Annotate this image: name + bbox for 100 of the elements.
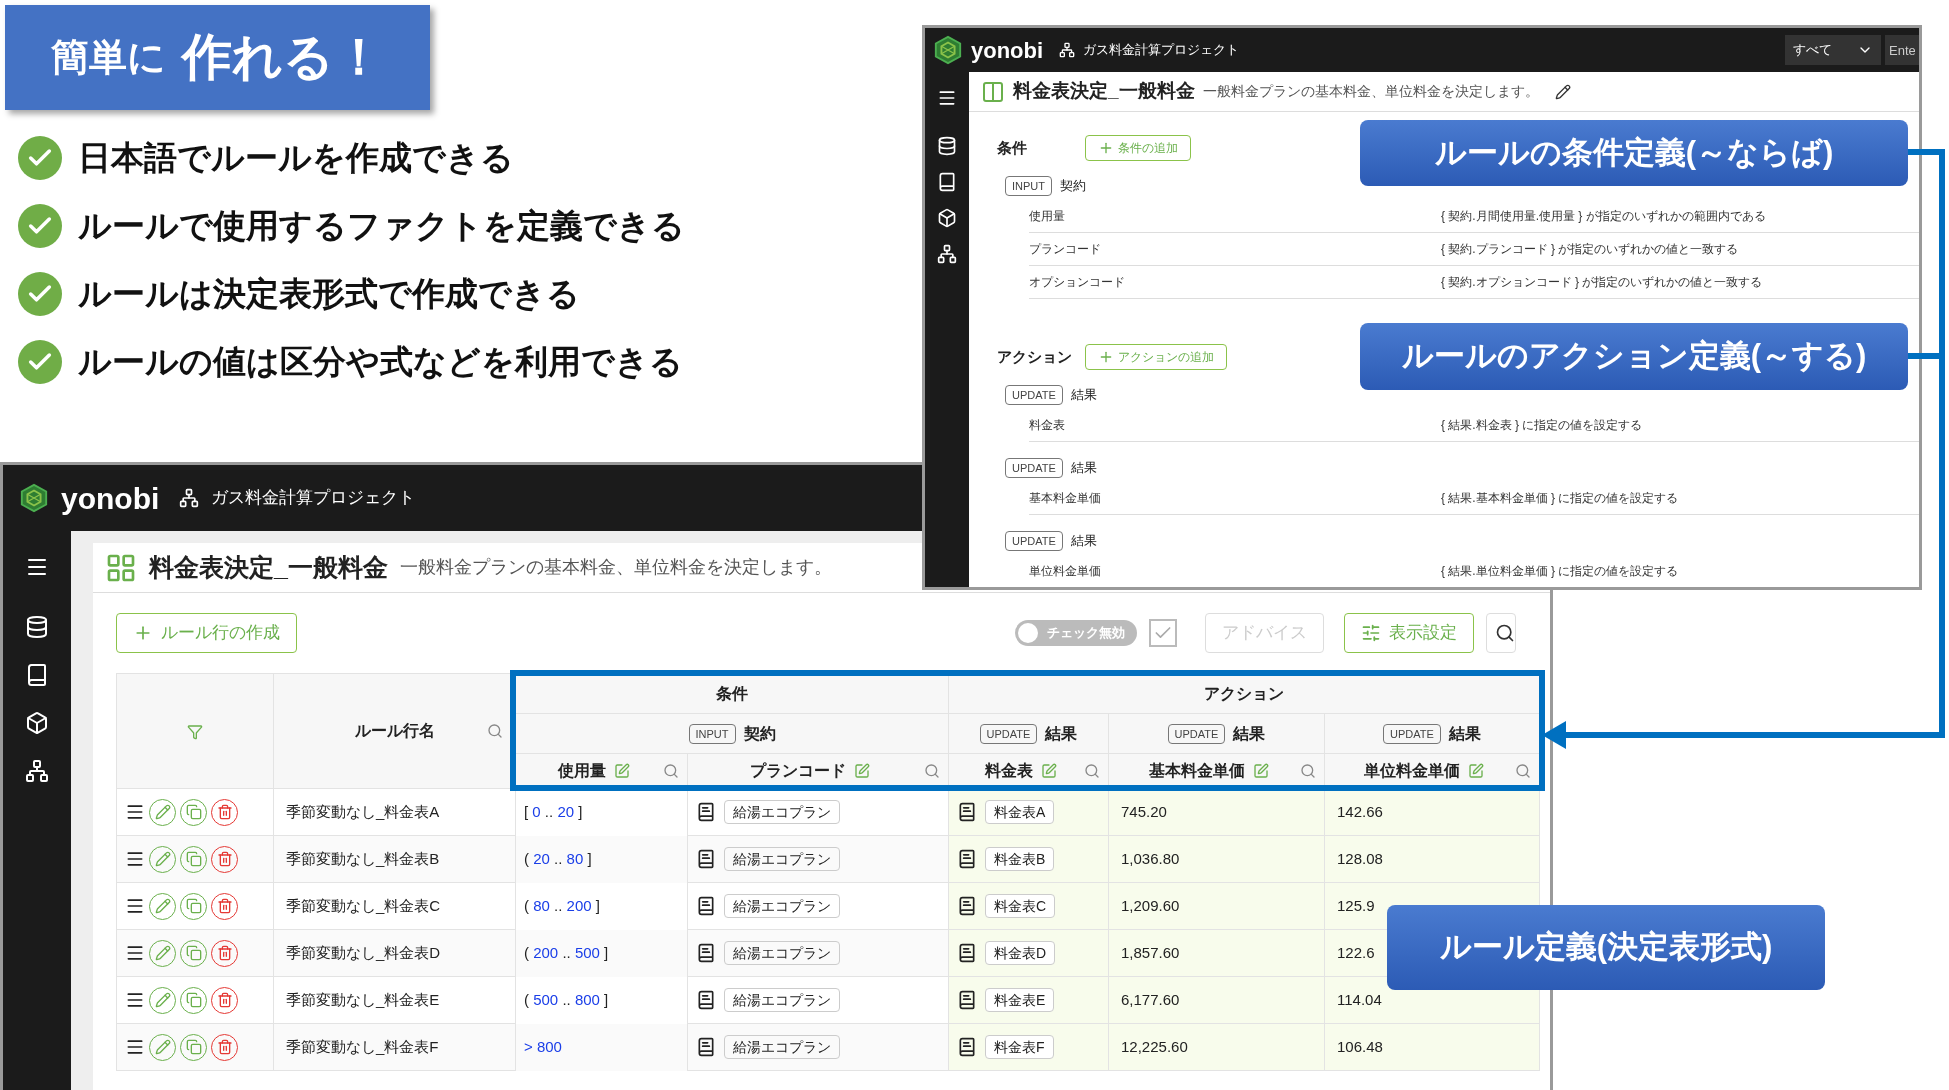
rule-text: { 契約.月間使用量.使用量 } が指定のいずれかの範囲内である xyxy=(1441,208,1766,225)
book-icon xyxy=(696,1037,716,1057)
book-icon xyxy=(957,849,977,869)
scope-select[interactable]: すべて xyxy=(1785,35,1881,65)
search-icon[interactable] xyxy=(487,723,503,739)
fact-name: 契約 xyxy=(1060,177,1086,196)
page-title: 料金表決定_一般料金 xyxy=(1013,79,1195,104)
callout-label: ルールの条件定義(～ならば) xyxy=(1360,120,1908,186)
value-chip: 給湯エコプラン xyxy=(724,988,840,1012)
value-chip: 給湯エコプラン xyxy=(724,1035,840,1059)
database-icon[interactable] xyxy=(25,615,49,639)
drag-handle-icon[interactable] xyxy=(125,943,145,963)
fact-tag: UPDATE xyxy=(1005,385,1063,405)
trash-icon xyxy=(216,992,233,1008)
callout-label: ルール定義(決定表形式) xyxy=(1387,905,1825,990)
search-icon[interactable] xyxy=(1515,763,1531,779)
cube-icon[interactable] xyxy=(25,711,49,735)
check-toggle[interactable]: チェック無効 xyxy=(1015,620,1137,646)
menu-icon[interactable] xyxy=(937,88,957,108)
value-chip: 給湯エコプラン xyxy=(724,941,840,965)
drag-handle-icon[interactable] xyxy=(125,802,145,822)
field-name: オプションコード xyxy=(1029,274,1126,291)
trash-icon xyxy=(216,898,233,914)
project-icon xyxy=(1059,42,1076,58)
table-cell: 12,225.60 xyxy=(1108,1023,1325,1071)
create-row-button[interactable]: ルール行の作成 xyxy=(116,613,297,653)
column-title: ルール行名 xyxy=(354,721,435,741)
checkbox[interactable] xyxy=(1149,619,1177,647)
cube-icon[interactable] xyxy=(937,208,957,228)
drag-handle-icon[interactable] xyxy=(125,849,145,869)
hierarchy-icon[interactable] xyxy=(937,244,957,264)
range-cell: [ 0 .. 20 ] xyxy=(515,788,688,836)
column-title: 料金表 xyxy=(984,761,1033,781)
table-cell: 季節変動なし_料金表A xyxy=(273,788,516,836)
drag-handle-icon[interactable] xyxy=(125,896,145,916)
rule-text: { 契約.オプションコード } が指定のいずれかの値と一致する xyxy=(1441,274,1763,291)
fact-tag: UPDATE xyxy=(1005,531,1063,551)
sliders-icon xyxy=(1361,623,1381,643)
feature-text: ルールの値は区分や式などを利用できる xyxy=(78,342,683,383)
rule-text: { 結果.料金表 } に指定の値を設定する xyxy=(1441,417,1643,434)
search-field[interactable]: Ente xyxy=(1885,35,1919,65)
filter-icon[interactable] xyxy=(187,723,203,740)
trash-icon xyxy=(216,851,233,867)
rule-text: { 結果.単位料金単価 } に指定の値を設定する xyxy=(1441,563,1679,580)
database-icon[interactable] xyxy=(937,136,957,156)
search-button[interactable] xyxy=(1486,613,1516,653)
value-chip: 料金表B xyxy=(985,847,1055,871)
table-cell: 745.20 xyxy=(1108,788,1325,836)
search-icon[interactable] xyxy=(924,763,940,779)
pencil-icon xyxy=(154,945,171,961)
value-chip: 料金表D xyxy=(985,941,1056,965)
display-settings-button[interactable]: 表示設定 xyxy=(1344,613,1474,653)
fact-tag: INPUT xyxy=(1005,176,1052,196)
page-description: 一般料金プランの基本料金、単位料金を決定します。 xyxy=(1202,82,1539,101)
fact-tag: UPDATE xyxy=(1167,723,1226,744)
table-icon xyxy=(981,79,1005,104)
fact-name: 結果 xyxy=(1448,723,1481,744)
add-button[interactable]: 条件の追加 xyxy=(1085,135,1191,161)
project-icon xyxy=(179,488,200,508)
feature-text: 日本語でルールを作成できる xyxy=(78,138,514,179)
value-chip: 料金表E xyxy=(985,988,1055,1012)
fact-tag: UPDATE xyxy=(1005,458,1063,478)
hierarchy-icon[interactable] xyxy=(25,759,49,783)
search-icon[interactable] xyxy=(1300,763,1316,779)
book-icon[interactable] xyxy=(937,172,957,192)
book-icon xyxy=(957,943,977,963)
book-icon xyxy=(957,1037,977,1057)
table-cell: 1,036.80 xyxy=(1108,835,1325,883)
add-button[interactable]: アクションの追加 xyxy=(1085,344,1227,370)
table-cell: 季節変動なし_料金表E xyxy=(273,976,516,1024)
table-cell: 6,177.60 xyxy=(1108,976,1325,1024)
project-name: ガス料金計算プロジェクト xyxy=(211,487,416,510)
fact-tag: INPUT xyxy=(688,723,736,744)
copy-icon xyxy=(185,945,202,961)
book-icon xyxy=(696,990,716,1010)
drag-handle-icon[interactable] xyxy=(125,990,145,1010)
book-icon xyxy=(696,896,716,916)
trash-icon xyxy=(216,1039,233,1055)
table-cell: 季節変動なし_料金表F xyxy=(273,1023,516,1071)
feature-text: ルールは決定表形式で作成できる xyxy=(78,274,580,315)
range-cell: ( 20 .. 80 ] xyxy=(515,835,688,883)
app-logo-text: yonobi xyxy=(971,36,1044,65)
table-cell: 142.66 xyxy=(1324,788,1540,836)
search-icon[interactable] xyxy=(1084,763,1100,779)
book-icon[interactable] xyxy=(25,663,49,687)
value-chip: 給湯エコプラン xyxy=(724,894,840,918)
search-icon xyxy=(1495,623,1515,643)
table-cell: 1,857.60 xyxy=(1108,929,1325,977)
fact-name: 結果 xyxy=(1070,459,1097,478)
search-icon[interactable] xyxy=(663,763,679,779)
field-name: 基本料金単価 xyxy=(1029,490,1102,507)
value-chip: 料金表F xyxy=(985,1035,1054,1059)
drag-handle-icon[interactable] xyxy=(125,1037,145,1057)
edit-icon[interactable] xyxy=(1554,83,1571,100)
feature-text: ルールで使用するファクトを定義できる xyxy=(78,206,685,247)
title-main: 作れる！ xyxy=(182,28,384,87)
callout-label: ルールのアクション定義(～する) xyxy=(1360,323,1908,390)
plus-icon xyxy=(1098,140,1114,156)
trash-icon xyxy=(216,804,233,820)
range-cell: > 800 xyxy=(515,1023,688,1071)
